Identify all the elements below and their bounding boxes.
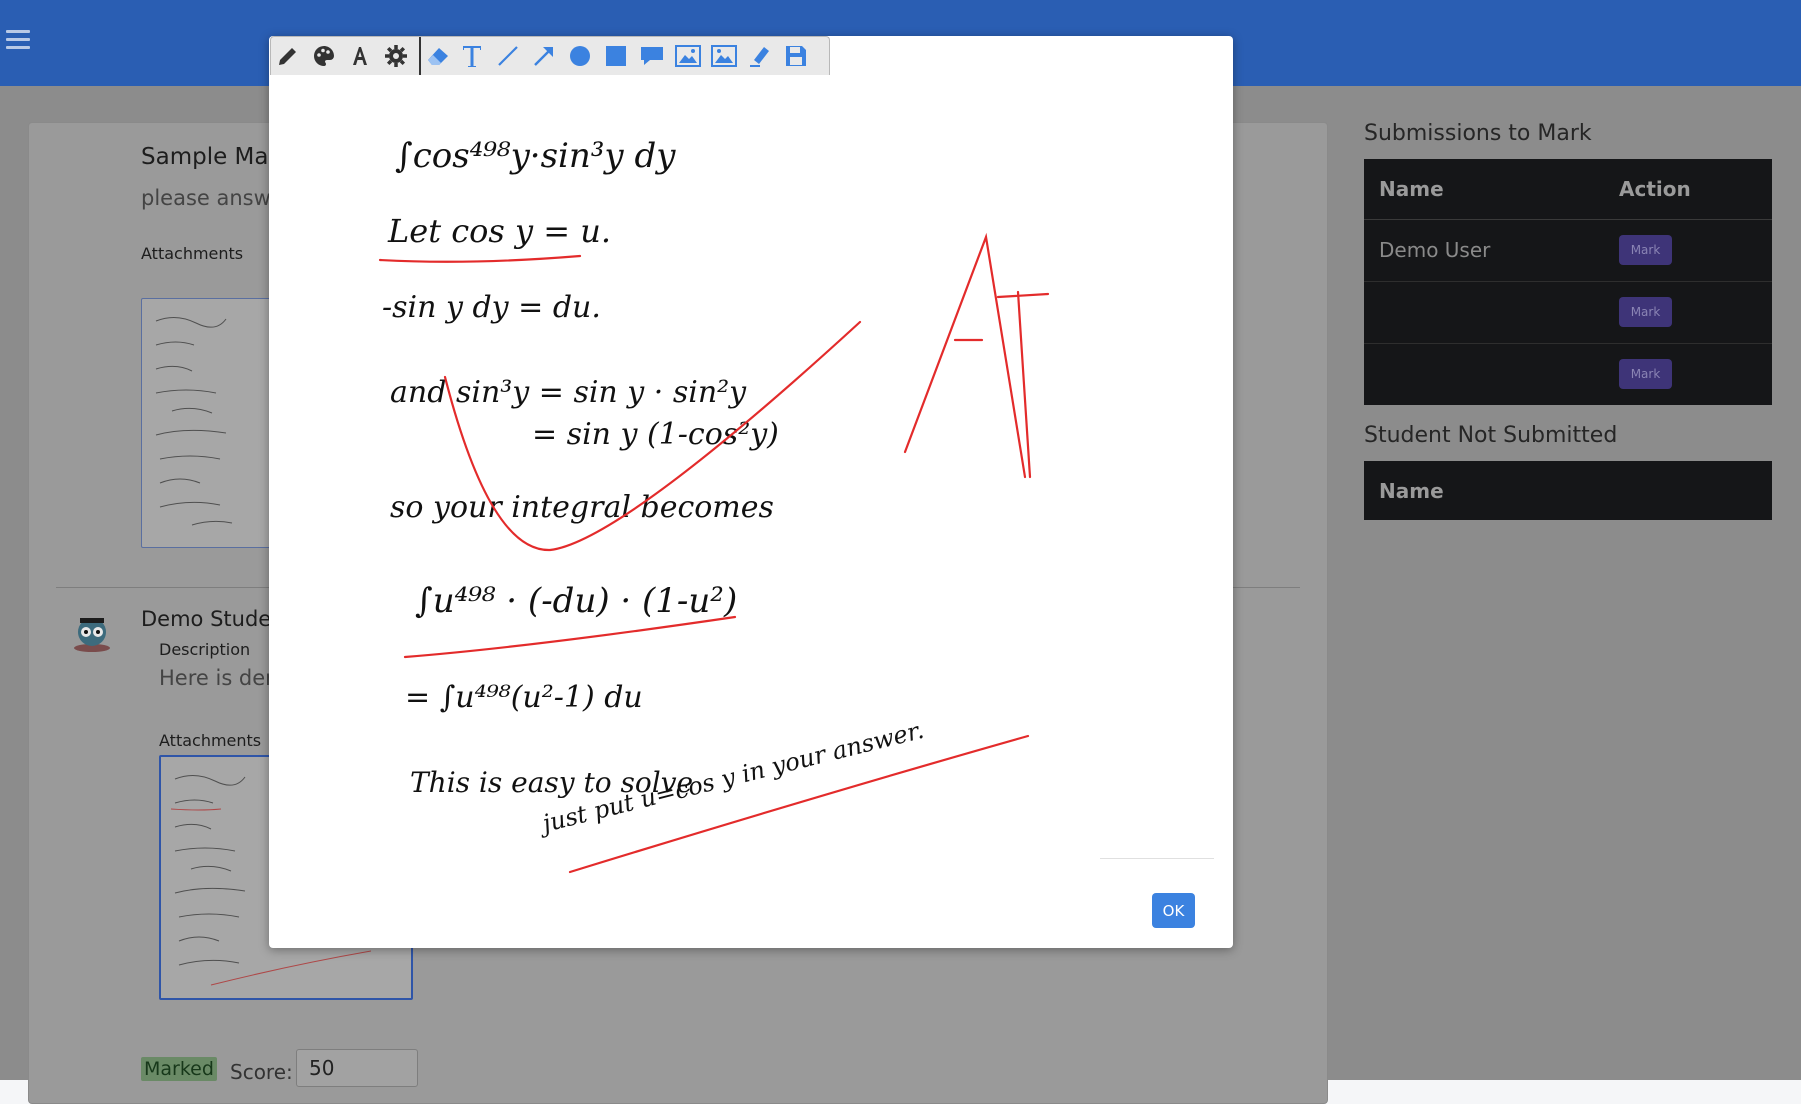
not-submitted-heading: Student Not Submitted bbox=[1364, 423, 1618, 448]
text-icon[interactable] bbox=[457, 42, 487, 70]
annotation-toolbar bbox=[270, 36, 830, 75]
settings-icon[interactable] bbox=[381, 42, 411, 70]
comment-icon[interactable] bbox=[637, 42, 667, 70]
table-row: Mark bbox=[1364, 344, 1772, 405]
circle-icon[interactable] bbox=[565, 42, 595, 70]
mark-button[interactable]: Mark bbox=[1619, 297, 1672, 327]
toolbar-group-separator bbox=[419, 37, 421, 75]
handwriting-line-8: = ∫u⁴⁹⁸(u²-1) du bbox=[405, 680, 643, 715]
score-label: Score: bbox=[230, 1060, 293, 1084]
not-submitted-table: Name bbox=[1364, 461, 1772, 520]
ok-button[interactable]: OK bbox=[1152, 893, 1195, 928]
handwriting-line-4: and sin³y = sin y · sin²y bbox=[390, 375, 747, 410]
grade-text: A+ bbox=[1030, 190, 1032, 193]
submitter-name: Demo User bbox=[1379, 238, 1491, 262]
palette-icon[interactable] bbox=[309, 42, 339, 70]
column-header-name: Name bbox=[1379, 479, 1444, 503]
modal-footer-divider bbox=[1100, 858, 1214, 859]
handwriting-line-1: ∫cos⁴⁹⁸y·sin³y dy bbox=[395, 136, 676, 176]
submission-attachments-label: Attachments bbox=[159, 731, 262, 750]
student-avatar bbox=[70, 610, 114, 654]
score-input[interactable] bbox=[296, 1049, 418, 1087]
save-icon[interactable] bbox=[781, 42, 811, 70]
eraser-icon[interactable] bbox=[423, 42, 453, 70]
image-icon[interactable] bbox=[673, 42, 703, 70]
drawing-canvas[interactable]: ∫cos⁴⁹⁸y·sin³y dy Let cos y = u. -sin y … bbox=[270, 72, 1099, 875]
submissions-heading: Submissions to Mark bbox=[1364, 121, 1592, 146]
assignment-attachments-label: Attachments bbox=[141, 244, 244, 263]
column-header-action: Action bbox=[1619, 177, 1691, 201]
table-row: Demo User Mark bbox=[1364, 220, 1772, 282]
handwritten-solution: ∫cos⁴⁹⁸y·sin³y dy Let cos y = u. -sin y … bbox=[378, 136, 1050, 874]
arrow-icon[interactable] bbox=[529, 42, 559, 70]
highlighter-icon[interactable] bbox=[745, 42, 775, 70]
handwriting-line-6: so your integral becomes bbox=[390, 490, 774, 525]
description-text: Here is dem bbox=[159, 666, 286, 690]
column-header-name: Name bbox=[1379, 177, 1444, 201]
mark-button[interactable]: Mark bbox=[1619, 359, 1672, 389]
status-badge: Marked bbox=[141, 1057, 217, 1081]
hamburger-icon[interactable] bbox=[6, 30, 30, 52]
image-alt-icon[interactable] bbox=[709, 42, 739, 70]
font-icon[interactable] bbox=[345, 42, 375, 70]
handwriting-line-2: Let cos y = u. bbox=[387, 212, 611, 250]
rectangle-icon[interactable] bbox=[601, 42, 631, 70]
handwriting-thumbnail-image bbox=[155, 317, 233, 526]
not-submitted-table-header: Name bbox=[1364, 461, 1772, 521]
table-row: Mark bbox=[1364, 282, 1772, 344]
assignment-title: Sample Ma bbox=[141, 144, 269, 170]
assignment-subtitle: please answ bbox=[141, 186, 271, 210]
submissions-table-header: Name Action bbox=[1364, 159, 1772, 220]
handwriting-line-7: ∫u⁴⁹⁸ · (-du) · (1-u²) bbox=[415, 581, 737, 621]
line-icon[interactable] bbox=[493, 42, 523, 70]
mark-button[interactable]: Mark bbox=[1619, 235, 1672, 265]
description-label: Description bbox=[159, 640, 251, 659]
submissions-table: Name Action Demo User Mark Mark Mark bbox=[1364, 159, 1772, 405]
assignment-attachment-thumbnail[interactable] bbox=[141, 298, 273, 548]
pencil-icon[interactable] bbox=[273, 42, 303, 70]
student-name: Demo Studen bbox=[141, 607, 285, 631]
handwriting-line-3: -sin y dy = du. bbox=[382, 290, 601, 325]
handwriting-line-5: = sin y (1-cos²y) bbox=[532, 417, 779, 452]
